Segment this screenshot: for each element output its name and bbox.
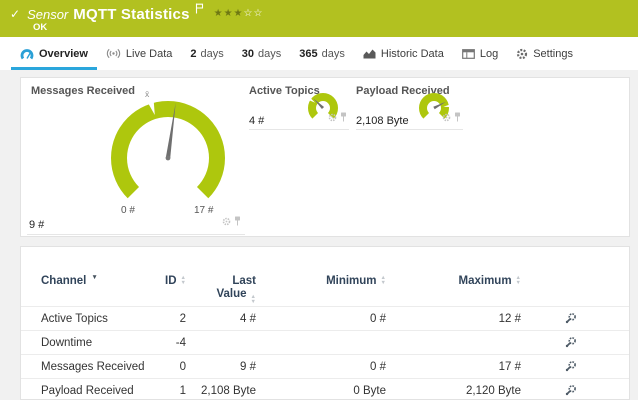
sensor-status-banner: ✓ Sensor MQTT Statistics ★★★☆☆ OK [0, 0, 638, 37]
gauge-tile-payload-received[interactable]: Payload Received 2,108 Byte [356, 85, 463, 130]
table-row: Downtime -4 [21, 330, 629, 354]
gauges-panel: Messages Received x̄ 0 # 17 # 9 # [20, 77, 630, 237]
filter-caret-icon: ▼ [91, 274, 97, 281]
gauge-tile-active-topics[interactable]: Active Topics 4 # [249, 85, 349, 130]
cell-minimum: 0 Byte [256, 385, 386, 397]
tab-2-days[interactable]: 2 days [181, 37, 232, 70]
channel-settings-icon[interactable] [521, 312, 591, 325]
stars-empty[interactable]: ☆☆ [244, 8, 264, 19]
tab-365-days-word: days [322, 48, 345, 60]
status-ok-check-icon: ✓ [10, 7, 20, 21]
cell-channel: Active Topics [41, 313, 151, 325]
cell-channel: Downtime [41, 337, 151, 349]
tab-30-days[interactable]: 30 days [233, 37, 291, 70]
table-header-row: Channel ▼ ID ▲▼ Last Value▲▼ Minimum ▲▼ … [21, 259, 629, 306]
tab-365-days[interactable]: 365 days [290, 37, 354, 70]
tab-bar: Overview Live Data 2 days 30 days 365 da… [0, 37, 638, 70]
column-header-channel[interactable]: Channel ▼ [41, 275, 151, 287]
gauge-tile-messages-received[interactable]: Messages Received x̄ 0 # 17 # 9 # [27, 82, 245, 235]
sort-arrows-icon: ▲▼ [516, 276, 521, 285]
tab-historic-data-label: Historic Data [381, 48, 444, 60]
tab-overview[interactable]: Overview [11, 37, 97, 70]
gauge-current-value: 4 # [249, 115, 264, 127]
tab-2-days-number: 2 [190, 48, 196, 60]
channel-gear-icon[interactable] [328, 109, 337, 127]
channel-table-panel: Channel ▼ ID ▲▼ Last Value▲▼ Minimum ▲▼ … [20, 246, 630, 400]
gauge-icon [20, 48, 34, 60]
tab-log[interactable]: Log [453, 37, 507, 70]
sort-arrows-icon: ▲▼ [181, 276, 186, 285]
column-header-maximum[interactable]: Maximum ▲▼ [386, 275, 521, 287]
tab-live-data[interactable]: Live Data [97, 37, 181, 70]
table-row: Payload Received 1 2,108 Byte 0 Byte 2,1… [21, 378, 629, 400]
cell-maximum: 17 # [386, 361, 521, 373]
cell-id: 2 [151, 313, 186, 325]
cell-channel: Payload Received [41, 385, 151, 397]
table-row: Active Topics 2 4 # 0 # 12 # [21, 306, 629, 330]
column-header-last-value[interactable]: Last Value▲▼ [186, 275, 256, 303]
log-table-icon [462, 49, 475, 59]
messages-received-gauge: x̄ 0 # 17 # [76, 86, 276, 226]
column-header-id[interactable]: ID ▲▼ [151, 275, 186, 287]
cell-last-value: 4 # [186, 313, 256, 325]
tab-live-data-label: Live Data [126, 48, 172, 60]
pin-icon[interactable] [340, 109, 347, 127]
pin-icon[interactable] [234, 213, 241, 231]
pin-icon[interactable] [454, 109, 461, 127]
tab-settings-label: Settings [533, 48, 573, 60]
table-row: Messages Received 0 9 # 0 # 17 # [21, 354, 629, 378]
sort-arrows-icon: ▲▼ [381, 276, 386, 285]
cell-minimum: 0 # [256, 313, 386, 325]
flag-icon[interactable] [195, 1, 204, 19]
gauge-current-value: 9 # [29, 219, 44, 231]
cell-last-value: 9 # [186, 361, 256, 373]
bar-chart-icon [363, 48, 376, 59]
channel-settings-icon[interactable] [521, 360, 591, 373]
channel-table: Channel ▼ ID ▲▼ Last Value▲▼ Minimum ▲▼ … [21, 247, 629, 400]
channel-gear-icon[interactable] [442, 109, 451, 127]
tab-30-days-word: days [258, 48, 281, 60]
column-header-minimum[interactable]: Minimum ▲▼ [256, 275, 386, 287]
priority-stars[interactable]: ★★★☆☆ [214, 8, 264, 19]
cell-channel: Messages Received [41, 361, 151, 373]
sort-arrows-icon: ▲▼ [251, 295, 256, 304]
channel-gear-icon[interactable] [222, 213, 231, 231]
cell-id: -4 [151, 337, 186, 349]
gear-icon [516, 48, 528, 60]
cell-id: 0 [151, 361, 186, 373]
object-kind-label: Sensor [27, 7, 68, 22]
overview-content: Messages Received x̄ 0 # 17 # 9 # [0, 70, 638, 400]
stars-filled[interactable]: ★★★ [214, 8, 244, 19]
average-marker-label: x̄ [145, 89, 150, 99]
page-title: MQTT Statistics [73, 6, 189, 23]
live-signal-icon [106, 48, 121, 59]
tab-settings[interactable]: Settings [507, 37, 582, 70]
tab-365-days-number: 365 [299, 48, 317, 60]
cell-maximum: 2,120 Byte [386, 385, 521, 397]
cell-last-value: 2,108 Byte [186, 385, 256, 397]
status-badge: OK [33, 22, 47, 33]
gauge-current-value: 2,108 Byte [356, 115, 409, 127]
tab-overview-label: Overview [39, 48, 88, 60]
channel-settings-icon[interactable] [521, 384, 591, 397]
cell-maximum: 12 # [386, 313, 521, 325]
channel-settings-icon[interactable] [521, 336, 591, 349]
tab-log-label: Log [480, 48, 498, 60]
gauge-scale-min: 0 # [121, 205, 135, 216]
tab-30-days-number: 30 [242, 48, 254, 60]
cell-id: 1 [151, 385, 186, 397]
tab-historic-data[interactable]: Historic Data [354, 37, 453, 70]
cell-minimum: 0 # [256, 361, 386, 373]
gauge-scale-max: 17 # [194, 205, 214, 216]
tab-2-days-word: days [201, 48, 224, 60]
